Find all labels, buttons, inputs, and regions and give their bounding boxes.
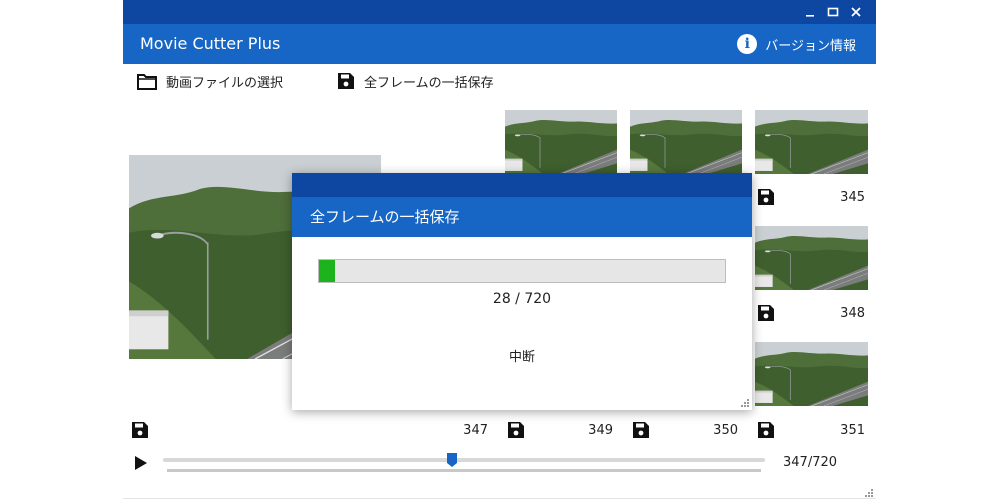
frame-number: 350	[713, 423, 738, 438]
window-border	[123, 498, 876, 499]
frame-number: 349	[588, 423, 613, 438]
frame-thumbnail[interactable]	[755, 342, 868, 406]
info-icon: i	[737, 34, 758, 54]
open-video-label: 動画ファイルの選択	[166, 75, 284, 91]
frame-thumbnail[interactable]	[755, 110, 868, 174]
save-frame-icon[interactable]	[757, 421, 775, 439]
frame-number: 348	[840, 306, 865, 321]
folder-icon	[137, 74, 157, 90]
resize-grip-icon[interactable]	[864, 488, 874, 498]
main-frame-number: 347	[463, 423, 488, 438]
save-frame-icon[interactable]	[507, 421, 525, 439]
bulk-save-dialog: 全フレームの一括保存 28 / 720 中断	[292, 173, 752, 410]
dialog-titlebar	[292, 173, 752, 197]
save-all-frames-label: 全フレームの一括保存	[364, 75, 494, 91]
save-progress-bar	[318, 259, 726, 283]
save-progress-text: 28 / 720	[492, 291, 552, 307]
save-frame-icon[interactable]	[632, 421, 650, 439]
save-frame-icon[interactable]	[757, 304, 775, 322]
seek-slider-handle[interactable]	[446, 453, 457, 467]
close-icon[interactable]	[846, 2, 866, 22]
window-titlebar	[123, 0, 876, 24]
save-all-frames-button[interactable]: 全フレームの一括保存	[337, 70, 494, 92]
dialog-header: 全フレームの一括保存	[292, 197, 752, 237]
save-progress-fill	[319, 260, 335, 282]
resize-grip-icon[interactable]	[740, 398, 750, 408]
frame-thumbnail[interactable]	[630, 110, 742, 174]
play-icon[interactable]	[133, 455, 149, 471]
frame-number: 345	[840, 190, 865, 205]
open-video-button[interactable]: 動画ファイルの選択	[137, 70, 283, 92]
abort-button[interactable]: 中断	[492, 345, 552, 371]
frame-position: 347/720	[783, 455, 838, 470]
save-frame-icon[interactable]	[131, 421, 149, 439]
dialog-title: 全フレームの一括保存	[310, 208, 460, 226]
frame-thumbnail[interactable]	[505, 110, 617, 174]
version-info-label: バージョン情報	[765, 38, 856, 54]
app-header: Movie Cutter Plus i バージョン情報	[123, 24, 876, 64]
save-icon	[338, 73, 354, 89]
frame-number: 351	[840, 423, 865, 438]
version-info-button[interactable]: i バージョン情報	[737, 24, 856, 64]
app-title: Movie Cutter Plus	[140, 34, 281, 53]
seek-slider-range	[167, 469, 761, 472]
seek-slider[interactable]	[163, 458, 765, 462]
minimize-icon[interactable]	[800, 2, 820, 22]
maximize-icon[interactable]	[823, 2, 843, 22]
frame-thumbnail[interactable]	[755, 226, 868, 290]
save-frame-icon[interactable]	[757, 188, 775, 206]
